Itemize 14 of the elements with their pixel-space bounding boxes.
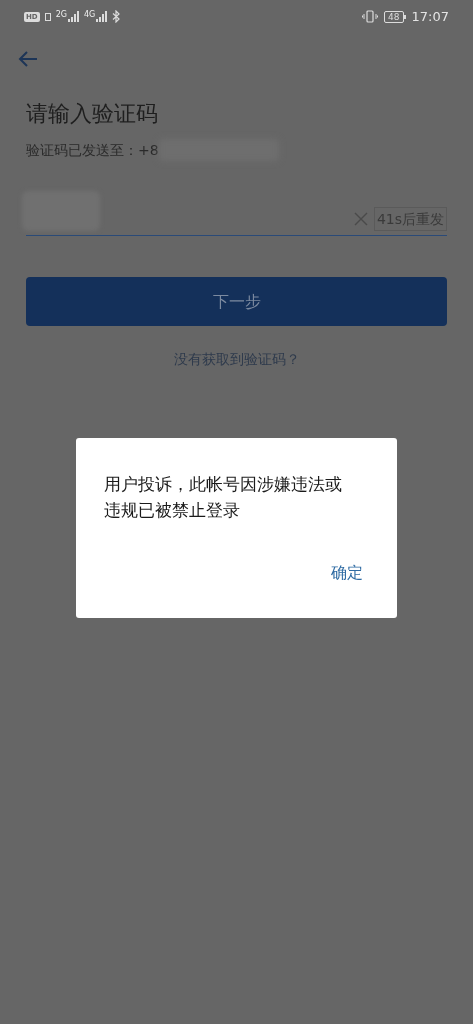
back-arrow-icon[interactable] [18,50,38,68]
sim-card-icon [44,12,51,21]
confirm-button[interactable]: 确定 [331,561,363,585]
vibrate-icon [362,10,379,23]
clear-icon[interactable] [353,212,368,226]
dialog-message: 用户投诉，此帐号因涉嫌违法或违规已被禁止登录 [104,473,343,522]
battery-indicator: 48 [384,10,406,23]
sent-to-text: 验证码已发送至：+8 [26,140,159,160]
signal-indicator: 2G [55,11,79,22]
clock-time: 17:07 [411,7,449,26]
signal-indicator: 4G [83,11,108,22]
bluetooth-icon [112,10,121,23]
page-title: 请输入验证码 [26,100,159,128]
next-button[interactable]: 下一步 [26,277,447,326]
